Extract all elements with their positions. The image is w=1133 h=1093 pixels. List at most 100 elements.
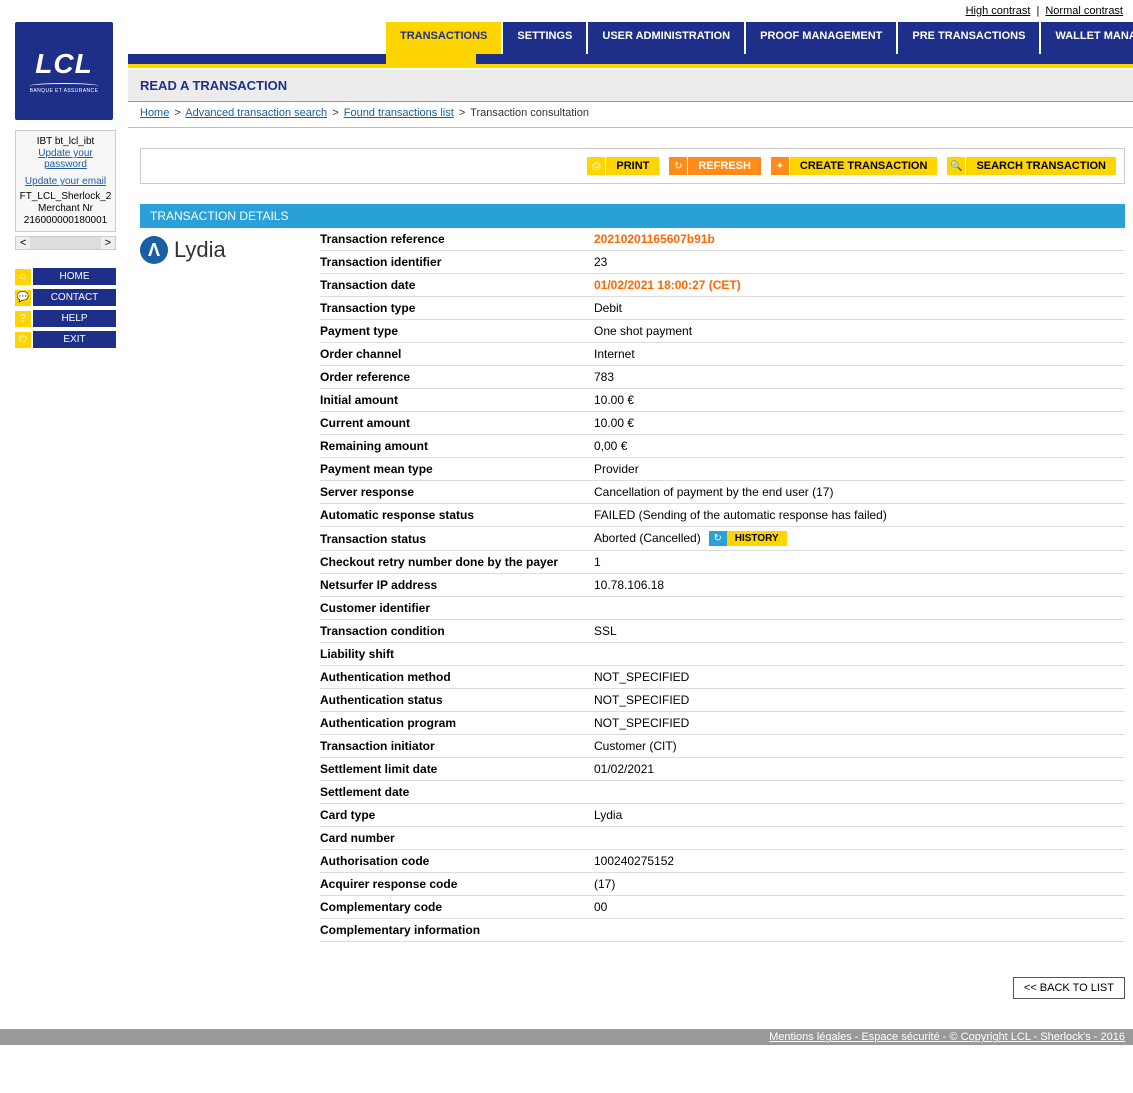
detail-value: Aborted (Cancelled)↻HISTORY [594,531,1125,546]
side-label: CONTACT [33,289,116,306]
detail-value: 01/02/2021 18:00:27 (CET) [594,278,1125,292]
print-button[interactable]: ⎙ PRINT [587,157,659,175]
lcl-logo: LCL BANQUE ET ASSURANCE [15,22,113,120]
detail-row: Authorisation code100240275152 [320,850,1125,873]
detail-label: Complementary information [320,923,594,937]
side-button-exit[interactable]: ⏻EXIT [15,331,116,348]
side-label: EXIT [33,331,116,348]
detail-value: 10.00 € [594,393,1125,407]
detail-label: Authentication status [320,693,594,707]
side-button-home[interactable]: ⌂HOME [15,268,116,285]
detail-value: 783 [594,370,1125,384]
home-icon: ⌂ [15,269,31,285]
search-transaction-button[interactable]: 🔍 SEARCH TRANSACTION [947,157,1116,175]
detail-value: FAILED (Sending of the automatic respons… [594,508,1125,522]
breadcrumb-current: Transaction consultation [470,107,589,119]
logo-text: LCL [35,48,92,80]
action-bar: ⎙ PRINT ↻ REFRESH ✦ CREATE TRANSACTION 🔍… [140,148,1125,184]
main-tabs: TRANSACTIONSSETTINGSUSER ADMINISTRATIONP… [386,22,1133,54]
page-title: READ A TRANSACTION [128,70,1133,102]
detail-row: Acquirer response code(17) [320,873,1125,896]
detail-value: Customer (CIT) [594,739,1125,753]
detail-row: Transaction initiatorCustomer (CIT) [320,735,1125,758]
detail-value: 23 [594,255,1125,269]
normal-contrast-link[interactable]: Normal contrast [1045,5,1123,17]
detail-row: Transaction date01/02/2021 18:00:27 (CET… [320,274,1125,297]
history-button[interactable]: ↻HISTORY [709,531,787,546]
detail-value: One shot payment [594,324,1125,338]
detail-label: Transaction reference [320,232,594,246]
tab-wallet-management[interactable]: WALLET MANAGEMENT [1039,22,1133,54]
breadcrumb-found-list[interactable]: Found transactions list [344,107,454,119]
user-box-scroller[interactable]: < > [15,236,116,250]
detail-label: Automatic response status [320,508,594,522]
tab-user-administration[interactable]: USER ADMINISTRATION [586,22,744,54]
detail-label: Order channel [320,347,594,361]
back-to-list-button[interactable]: << BACK TO LIST [1013,977,1125,999]
user-name: IBT bt_lcl_ibt [18,136,113,147]
detail-label: Authentication method [320,670,594,684]
side-button-help[interactable]: ?HELP [15,310,116,327]
detail-row: Card number [320,827,1125,850]
logo-subtext: BANQUE ET ASSURANCE [30,88,99,94]
refresh-button[interactable]: ↻ REFRESH [669,157,761,175]
detail-label: Liability shift [320,647,594,661]
detail-value: 01/02/2021 [594,762,1125,776]
merchant-number: 216000000180001 [18,215,113,226]
detail-row: Settlement limit date01/02/2021 [320,758,1125,781]
tab-pre-transactions[interactable]: PRE TRANSACTIONS [896,22,1039,54]
detail-value: 0,00 € [594,439,1125,453]
user-info-box: IBT bt_lcl_ibt Update your password Upda… [15,130,116,232]
side-button-contact[interactable]: 💬CONTACT [15,289,116,306]
detail-row: Authentication methodNOT_SPECIFIED [320,666,1125,689]
create-icon: ✦ [771,157,789,175]
detail-row: Transaction statusAborted (Cancelled)↻HI… [320,527,1125,551]
detail-row: Transaction conditionSSL [320,620,1125,643]
detail-label: Card type [320,808,594,822]
search-label: SEARCH TRANSACTION [966,157,1116,175]
detail-value: SSL [594,624,1125,638]
refresh-icon: ↻ [669,157,687,175]
detail-row: Checkout retry number done by the payer1 [320,551,1125,574]
tab-settings[interactable]: SETTINGS [501,22,586,54]
footer: Mentions légales - Espace sécurité - © C… [0,1029,1133,1045]
detail-row: Card typeLydia [320,804,1125,827]
detail-label: Payment type [320,324,594,338]
search-icon: 🔍 [947,157,965,175]
print-icon: ⎙ [587,157,605,175]
update-password-link[interactable]: Update your password [38,148,92,170]
tab-transactions[interactable]: TRANSACTIONS [386,22,501,54]
tab-proof-management[interactable]: PROOF MANAGEMENT [744,22,896,54]
side-label: HOME [33,268,116,285]
detail-value: 10.00 € [594,416,1125,430]
section-title: TRANSACTION DETAILS [140,204,1125,228]
detail-label: Remaining amount [320,439,594,453]
footer-text[interactable]: Mentions légales - Espace sécurité - © C… [769,1031,1125,1043]
breadcrumb-advanced-search[interactable]: Advanced transaction search [185,107,327,119]
breadcrumb: Home > Advanced transaction search > Fou… [128,102,1133,128]
detail-label: Transaction identifier [320,255,594,269]
update-email-link[interactable]: Update your email [25,176,106,187]
detail-label: Acquirer response code [320,877,594,891]
detail-value: NOT_SPECIFIED [594,716,1125,730]
lydia-icon: Λ [140,236,168,264]
create-transaction-button[interactable]: ✦ CREATE TRANSACTION [771,157,938,175]
detail-label: Server response [320,485,594,499]
detail-value: 1 [594,555,1125,569]
scroll-right-icon[interactable]: > [101,237,115,249]
detail-label: Current amount [320,416,594,430]
detail-value: Lydia [594,808,1125,822]
detail-value: 20210201165607b91b [594,232,1125,246]
detail-label: Settlement date [320,785,594,799]
high-contrast-link[interactable]: High contrast [966,5,1031,17]
detail-label: Transaction condition [320,624,594,638]
scroll-left-icon[interactable]: < [16,237,30,249]
detail-label: Transaction initiator [320,739,594,753]
detail-row: Transaction reference20210201165607b91b [320,228,1125,251]
detail-value: Internet [594,347,1125,361]
detail-row: Server responseCancellation of payment b… [320,481,1125,504]
detail-label: Payment mean type [320,462,594,476]
detail-row: Automatic response statusFAILED (Sending… [320,504,1125,527]
payment-brand: Λ Lydia [140,236,320,264]
breadcrumb-home[interactable]: Home [140,107,169,119]
